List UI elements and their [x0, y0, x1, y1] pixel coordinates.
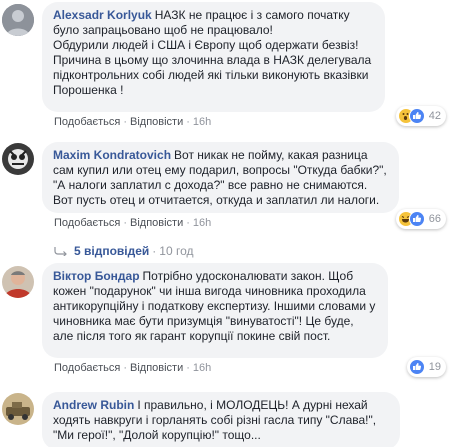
reaction-summary[interactable]: 42: [395, 106, 446, 126]
comment-time[interactable]: 16h: [193, 116, 211, 128]
comment-author[interactable]: Maxim Kondratovich: [53, 148, 171, 162]
avatar[interactable]: [2, 393, 34, 425]
avatar[interactable]: [2, 143, 34, 175]
like-icon: [408, 359, 425, 375]
like-link[interactable]: Подобається: [54, 116, 120, 128]
reaction-summary[interactable]: 19: [406, 357, 446, 377]
skull-face-icon: [2, 143, 34, 175]
replies-time: 10 год: [159, 244, 194, 258]
comment-time[interactable]: 16h: [193, 217, 211, 229]
user-photo-icon: [2, 266, 34, 298]
comment-bubble: Віктор Бондар Потрібно удосконалювати зак…: [42, 263, 388, 358]
like-icon: [408, 108, 425, 124]
reaction-count: 66: [428, 213, 441, 225]
vehicle-photo-icon: [2, 393, 34, 425]
replies-count[interactable]: 5 відповідей: [74, 244, 149, 258]
reply-arrow-icon: [54, 247, 67, 256]
view-replies-link[interactable]: 5 відповідей · 10 год: [54, 244, 194, 258]
replies-separator: ·: [152, 244, 157, 258]
like-link[interactable]: Подобається: [54, 362, 120, 374]
comment-bubble: Alexsadr Korlyuk НАЗК не працює і з самог…: [42, 2, 385, 112]
avatar[interactable]: [2, 4, 34, 36]
comment-time[interactable]: 16h: [193, 362, 211, 374]
reaction-summary[interactable]: 66: [395, 209, 446, 229]
comment-author[interactable]: Alexsadr Korlyuk: [53, 8, 152, 22]
person-silhouette-icon: [2, 4, 34, 36]
reply-link[interactable]: Відповісти: [130, 116, 183, 128]
comment-bubble: Maxim Kondratovich Вот никак не пойму, ка…: [42, 142, 399, 213]
comment-author[interactable]: Andrew Rubin: [53, 398, 134, 412]
comment-actions: Подобається · Відповісти · 16h: [54, 362, 212, 374]
like-icon: [408, 211, 425, 227]
avatar[interactable]: [2, 266, 34, 298]
comment-bubble: Andrew Rubin І правильно, і МОЛОДЕЦЬ! А д…: [42, 392, 400, 447]
comment-actions: Подобається · Відповісти · 16h: [54, 217, 212, 229]
reaction-count: 19: [428, 361, 441, 373]
reply-link[interactable]: Відповісти: [130, 362, 183, 374]
reaction-count: 42: [428, 110, 441, 122]
reply-link[interactable]: Відповісти: [130, 217, 183, 229]
comment-actions: Подобається · Відповісти · 16h: [54, 116, 212, 128]
like-link[interactable]: Подобається: [54, 217, 120, 229]
comment-author[interactable]: Віктор Бондар: [53, 269, 140, 283]
